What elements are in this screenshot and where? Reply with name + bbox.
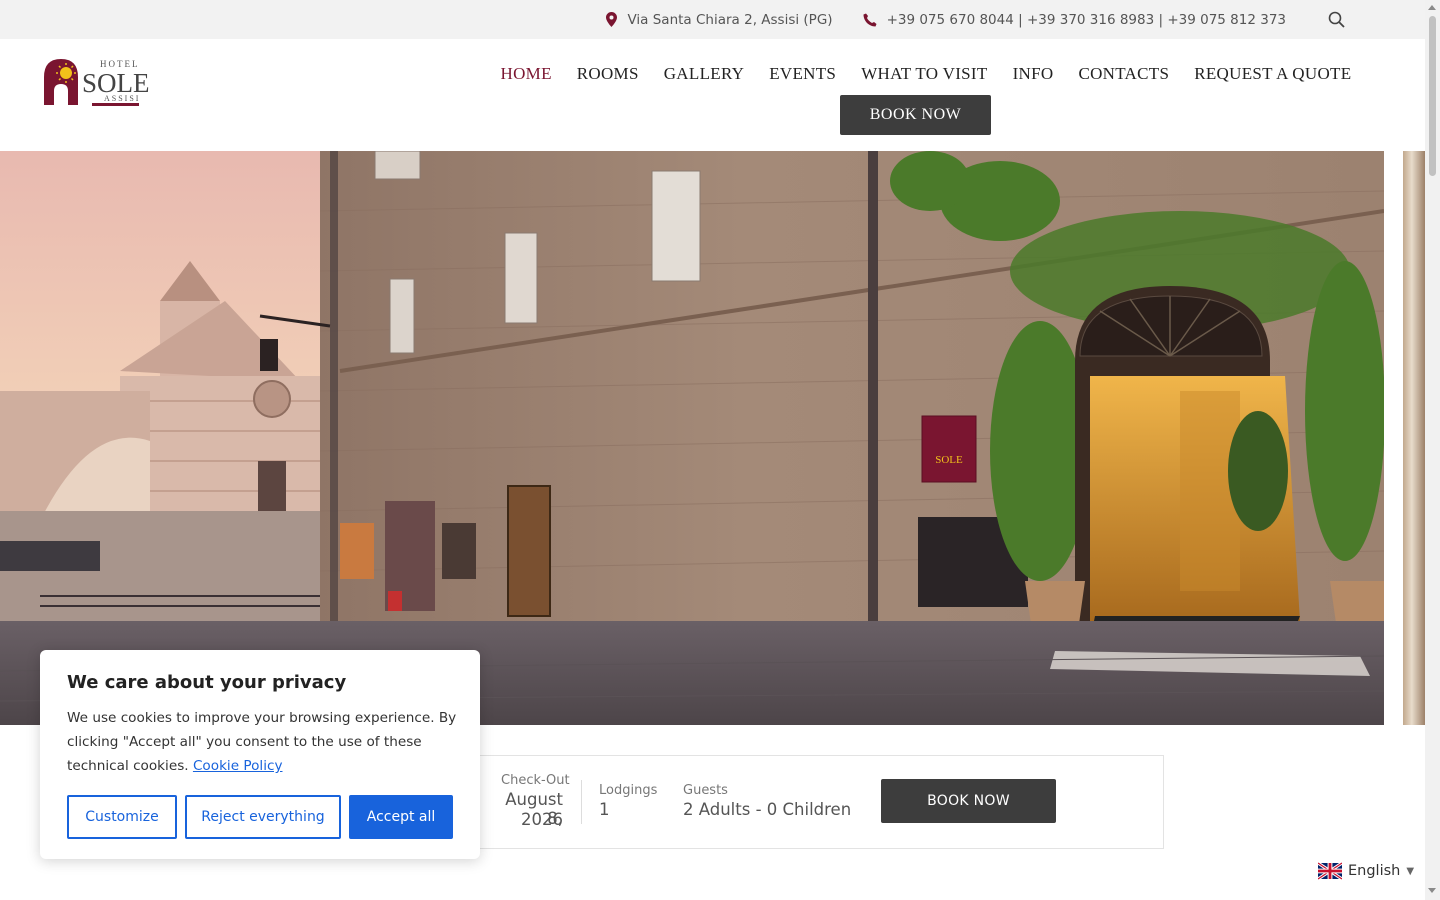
hero-image: SOLE (0, 151, 1384, 725)
nav-contacts[interactable]: CONTACTS (1066, 63, 1182, 85)
site-header: HOTEL SOLE ASSISI HOME ROOMS GALLERY EVE… (0, 39, 1425, 151)
scroll-up-arrow-icon[interactable] (1428, 5, 1436, 10)
nav-info[interactable]: INFO (1000, 63, 1066, 85)
phone-numbers[interactable]: +39 075 670 8044 | +39 370 316 8983 | +3… (887, 12, 1286, 28)
guests-label: Guests (683, 783, 728, 798)
lodgings-label: Lodgings (599, 783, 658, 798)
search-icon[interactable] (1328, 11, 1345, 28)
scrollbar-thumb[interactable] (1429, 16, 1436, 176)
address-item: Via Santa Chiara 2, Assisi (PG) (606, 11, 833, 28)
page-scrollbar[interactable] (1425, 0, 1440, 900)
nav-rooms[interactable]: ROOMS (564, 63, 651, 85)
phone-icon (863, 13, 877, 26)
guests-value[interactable]: 2 Adults - 0 Children (683, 800, 851, 819)
search-button[interactable] (1328, 11, 1345, 28)
top-info-bar: Via Santa Chiara 2, Assisi (PG) +39 075 … (0, 0, 1425, 39)
nav-gallery[interactable]: GALLERY (651, 63, 756, 85)
logo-emblem: HOTEL SOLE ASSISI (44, 59, 150, 106)
nav-request-quote[interactable]: REQUEST A QUOTE (1182, 63, 1364, 85)
main-nav: HOME ROOMS GALLERY EVENTS WHAT TO VISIT … (488, 63, 1364, 85)
hotel-logo[interactable]: HOTEL SOLE ASSISI (42, 57, 152, 109)
cookie-text: We use cookies to improve your browsing … (67, 706, 457, 778)
cookie-policy-link[interactable]: Cookie Policy (193, 758, 283, 774)
nav-events[interactable]: EVENTS (757, 63, 849, 85)
book-now-header-button[interactable]: BOOK NOW (840, 95, 991, 135)
language-label[interactable]: English (1348, 863, 1400, 879)
reject-all-button[interactable]: Reject everything (185, 795, 341, 839)
lodgings-value[interactable]: 1 (599, 800, 610, 819)
customize-button[interactable]: Customize (67, 795, 177, 839)
cookie-consent-banner: We care about your privacy We use cookie… (40, 650, 480, 859)
phone-item: +39 075 670 8044 | +39 370 316 8983 | +3… (863, 12, 1286, 28)
uk-flag-icon (1318, 862, 1342, 880)
nav-what-to-visit[interactable]: WHAT TO VISIT (849, 63, 1000, 85)
accept-all-button[interactable]: Accept all (349, 795, 453, 839)
scroll-down-arrow-icon[interactable] (1428, 888, 1436, 893)
map-marker-icon (606, 12, 618, 27)
hero-next-slide-edge (1403, 151, 1425, 725)
nav-home[interactable]: HOME (488, 63, 564, 85)
address-text: Via Santa Chiara 2, Assisi (PG) (627, 11, 833, 28)
logo-line3: ASSISI (104, 94, 140, 103)
chevron-down-icon[interactable]: ▼ (1406, 866, 1414, 877)
sign-text: SOLE (935, 454, 963, 466)
language-switcher[interactable]: English ▼ (1318, 862, 1414, 880)
cookie-title: We care about your privacy (67, 672, 347, 693)
booking-divider (581, 780, 582, 824)
hero-photo: SOLE (0, 151, 1384, 725)
checkout-date-line2[interactable]: 2026 (496, 810, 563, 829)
checkout-label: Check-Out (501, 773, 570, 788)
book-now-button[interactable]: BOOK NOW (881, 779, 1056, 823)
